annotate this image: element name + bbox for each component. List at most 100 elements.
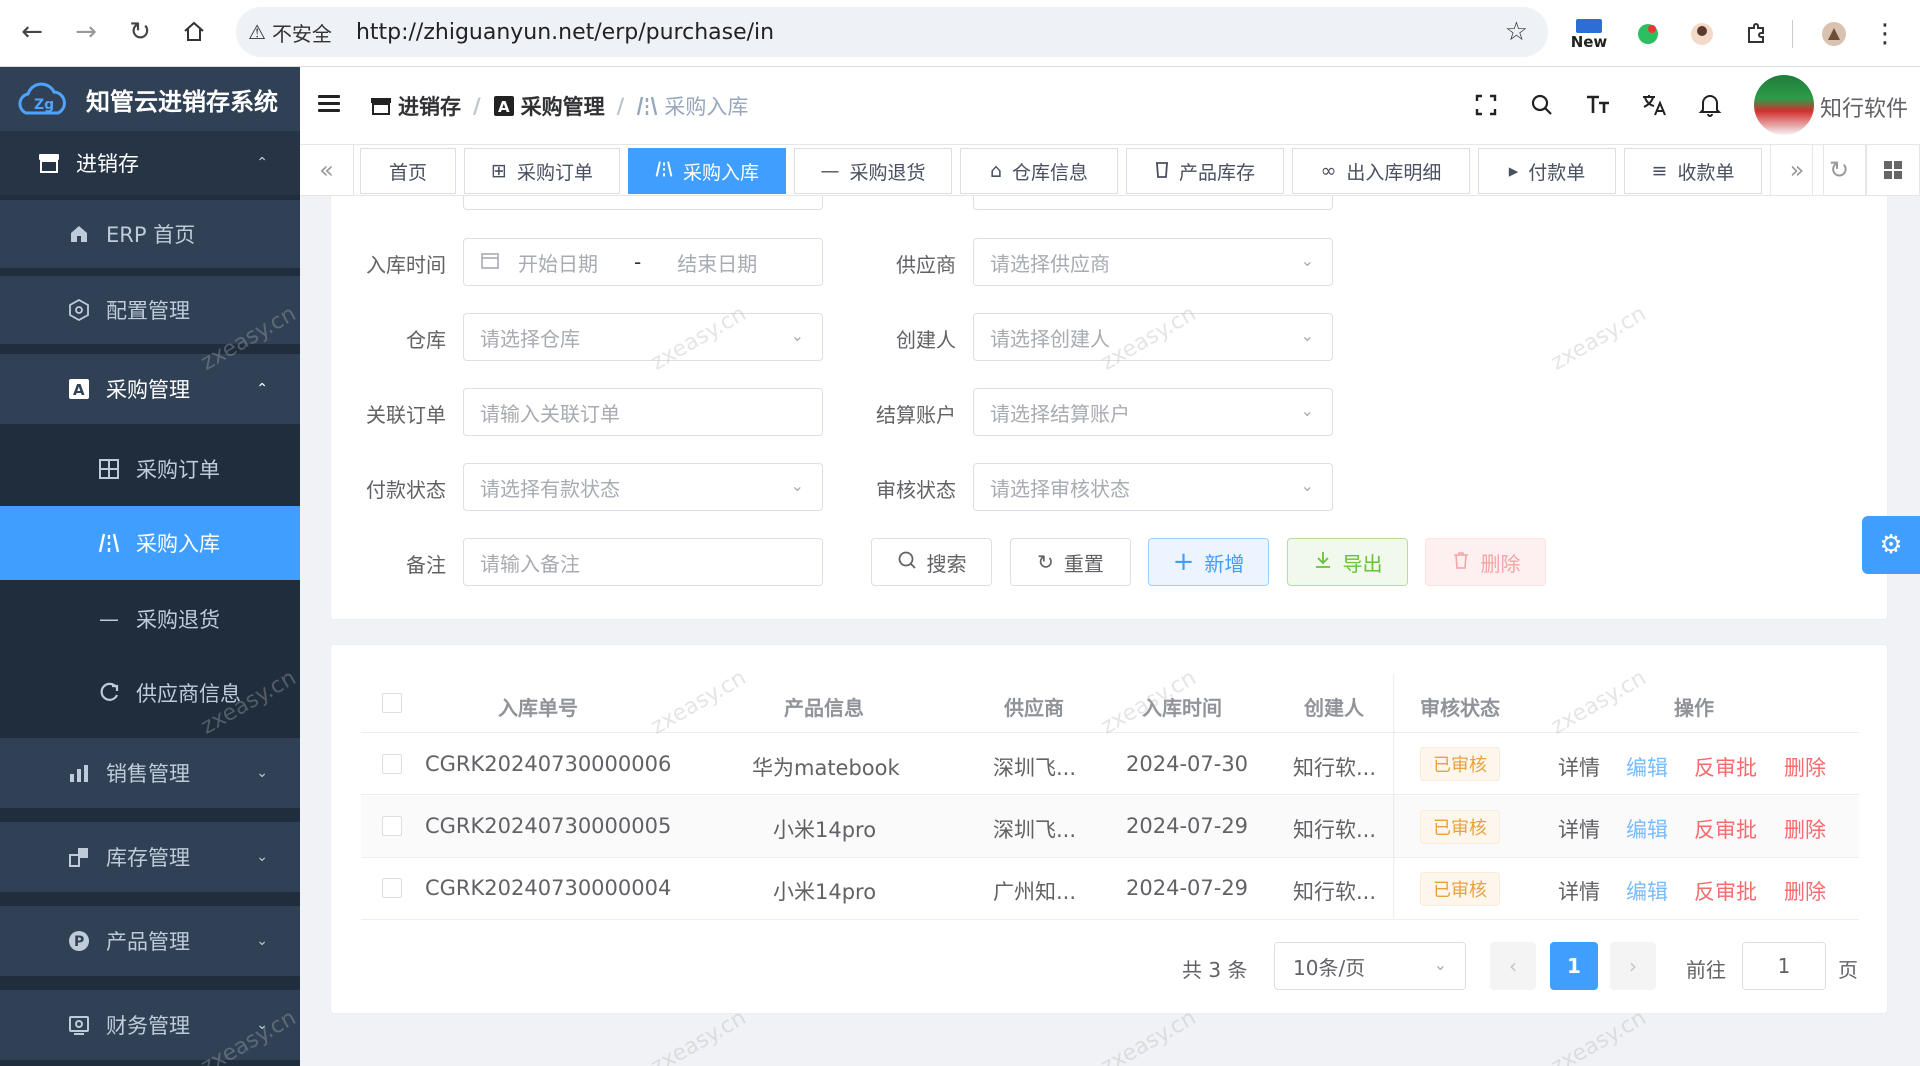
detail-link[interactable]: 详情 xyxy=(1558,814,1600,844)
row-checkbox[interactable] xyxy=(382,878,402,898)
delete-button[interactable]: 删除 xyxy=(1425,538,1546,586)
column-header[interactable]: 入库单号 xyxy=(498,692,578,721)
audit-status-select[interactable]: 请选择审核状态 ⌄ xyxy=(973,463,1333,511)
sidebar-item-product[interactable]: P 产品管理 ⌄ xyxy=(0,906,300,976)
reload-icon[interactable]: ↻ xyxy=(122,14,158,50)
edit-link[interactable]: 编辑 xyxy=(1626,814,1668,844)
date-range-picker[interactable]: 开始日期 - 结束日期 xyxy=(463,238,823,286)
tab-purchase-order[interactable]: ⊞ 采购订单 xyxy=(464,148,620,194)
sidebar-item-erp-home[interactable]: ERP 首页 xyxy=(0,200,300,268)
store-icon xyxy=(36,150,62,176)
extensions-puzzle-icon[interactable] xyxy=(1736,14,1776,54)
select-all-checkbox[interactable] xyxy=(382,693,402,713)
forward-icon[interactable]: → xyxy=(68,14,104,50)
sidebar-item-purchase-return[interactable]: — 采购退货 xyxy=(0,584,300,654)
warehouse-select[interactable]: 请选择仓库 ⌄ xyxy=(463,313,823,361)
user-profile-icon[interactable] xyxy=(1814,14,1854,54)
sidebar-item-stock[interactable]: 库存管理 ⌄ xyxy=(0,822,300,892)
sidebar-item-config[interactable]: 配置管理 xyxy=(0,276,300,344)
sidebar-item-purchase-order[interactable]: 采购订单 xyxy=(0,434,300,504)
column-header[interactable]: 供应商 xyxy=(1004,692,1064,721)
row-checkbox[interactable] xyxy=(382,754,402,774)
extension-new[interactable]: New xyxy=(1566,14,1612,54)
font-size-icon[interactable] xyxy=(1582,89,1614,121)
sidebar-item-sales[interactable]: 销售管理 ⌄ xyxy=(0,738,300,808)
detail-link[interactable]: 详情 xyxy=(1558,752,1600,782)
tab-inout-detail[interactable]: ∞ 出入库明细 xyxy=(1292,148,1470,194)
tab-purchase-return[interactable]: — 采购退货 xyxy=(794,148,952,194)
next-page-button[interactable]: › xyxy=(1610,942,1656,990)
creator-select[interactable]: 请选择创建人 ⌄ xyxy=(973,313,1333,361)
sidebar-item-purchase[interactable]: A 采购管理 ⌃ xyxy=(0,354,300,424)
delete-link[interactable]: 删除 xyxy=(1784,814,1826,844)
column-header[interactable]: 创建人 xyxy=(1304,692,1364,721)
browser-menu-icon[interactable]: ⋮ xyxy=(1870,14,1900,54)
add-button[interactable]: + 新增 xyxy=(1148,538,1269,586)
tab-receipt[interactable]: ≡ 收款单 xyxy=(1624,148,1762,194)
fixed-column-shadow xyxy=(1393,673,1395,919)
remark-input[interactable]: 请输入备注 xyxy=(463,538,823,586)
sidebar-item-supplier[interactable]: 供应商信息 xyxy=(0,658,300,728)
sidebar-item-purchase-in[interactable]: 采购入库 xyxy=(0,506,300,580)
url-text[interactable]: http://zhiguanyun.net/erp/purchase/in xyxy=(356,20,774,45)
export-button[interactable]: 导出 xyxy=(1287,538,1408,586)
tags-scroll-left-icon[interactable]: « xyxy=(300,145,354,195)
tab-product-stock[interactable]: 产品库存 xyxy=(1126,148,1284,194)
prev-page-button[interactable]: ‹ xyxy=(1490,942,1536,990)
profile-extension-icon[interactable] xyxy=(1682,14,1722,54)
edit-link[interactable]: 编辑 xyxy=(1626,876,1668,906)
account-select[interactable]: 请选择结算账户 ⌄ xyxy=(973,388,1333,436)
supplier-select[interactable]: 请选择供应商 ⌄ xyxy=(973,238,1333,286)
unaudit-link[interactable]: 反审批 xyxy=(1694,814,1757,844)
row-checkbox[interactable] xyxy=(382,816,402,836)
link-icon: ∞ xyxy=(1320,160,1337,182)
start-date-input[interactable]: 开始日期 xyxy=(518,248,598,277)
order-input[interactable]: 请输入关联订单 xyxy=(463,388,823,436)
bookmark-star-icon[interactable]: ☆ xyxy=(1505,17,1528,47)
breadcrumb-item[interactable]: A 采购管理 xyxy=(493,91,605,121)
grid-menu-icon[interactable] xyxy=(1866,145,1920,195)
delete-link[interactable]: 删除 xyxy=(1784,752,1826,782)
tab-payment[interactable]: ▸ 付款单 xyxy=(1478,148,1616,194)
search-button[interactable]: 搜索 xyxy=(871,538,992,586)
home-icon[interactable] xyxy=(176,14,212,50)
settings-gear-button[interactable]: ⚙ xyxy=(1862,516,1920,574)
audit-status-label: 审核状态 xyxy=(876,478,956,502)
download-icon xyxy=(1313,550,1333,575)
sidebar-item-finance[interactable]: 财务管理 ⌄ xyxy=(0,990,300,1060)
tab-purchase-in[interactable]: 采购入库 xyxy=(628,148,786,194)
avatar[interactable] xyxy=(1754,75,1814,135)
tab-label: 首页 xyxy=(388,161,427,184)
pay-status-select[interactable]: 请选择有款状态 ⌄ xyxy=(463,463,823,511)
delete-link[interactable]: 删除 xyxy=(1784,876,1826,906)
unaudit-link[interactable]: 反审批 xyxy=(1694,752,1757,782)
search-icon[interactable] xyxy=(1526,89,1558,121)
end-date-input[interactable]: 结束日期 xyxy=(677,248,757,277)
reset-button[interactable]: ↻ 重置 xyxy=(1010,538,1131,586)
breadcrumb-item[interactable]: 进销存 xyxy=(370,91,461,121)
address-bar[interactable]: ⚠ 不安全 http://zhiguanyun.net/erp/purchase… xyxy=(236,7,1548,57)
fullscreen-icon[interactable] xyxy=(1470,89,1502,121)
goto-page-input[interactable]: 1 xyxy=(1742,942,1826,990)
column-header[interactable]: 入库时间 xyxy=(1142,692,1222,721)
user-name[interactable]: 知行软件 xyxy=(1820,91,1908,123)
column-header[interactable]: 产品信息 xyxy=(784,692,864,721)
translate-icon[interactable] xyxy=(1638,89,1670,121)
sidebar-item-jinxiaocun[interactable]: 进销存 ⌃ xyxy=(0,131,300,195)
unaudit-link[interactable]: 反审批 xyxy=(1694,876,1757,906)
tab-home[interactable]: 首页 xyxy=(360,148,456,194)
page-number-current[interactable]: 1 xyxy=(1550,942,1598,990)
edit-link[interactable]: 编辑 xyxy=(1626,752,1668,782)
column-header[interactable]: 审核状态 xyxy=(1420,692,1500,721)
audit-status-placeholder: 请选择审核状态 xyxy=(990,476,1130,501)
page-size-select[interactable]: 10条/页 ⌄ xyxy=(1274,942,1466,990)
refresh-icon[interactable]: ↻ xyxy=(1812,145,1866,195)
sidebar-item-label: 采购退货 xyxy=(136,608,220,632)
detail-link[interactable]: 详情 xyxy=(1558,876,1600,906)
security-warning[interactable]: ⚠ 不安全 xyxy=(248,18,332,47)
tab-warehouse[interactable]: ⌂ 仓库信息 xyxy=(960,148,1118,194)
back-icon[interactable]: ← xyxy=(14,14,50,50)
evernote-extension-icon[interactable] xyxy=(1628,14,1668,54)
bell-icon[interactable] xyxy=(1694,89,1726,121)
hamburger-icon[interactable] xyxy=(318,95,340,113)
